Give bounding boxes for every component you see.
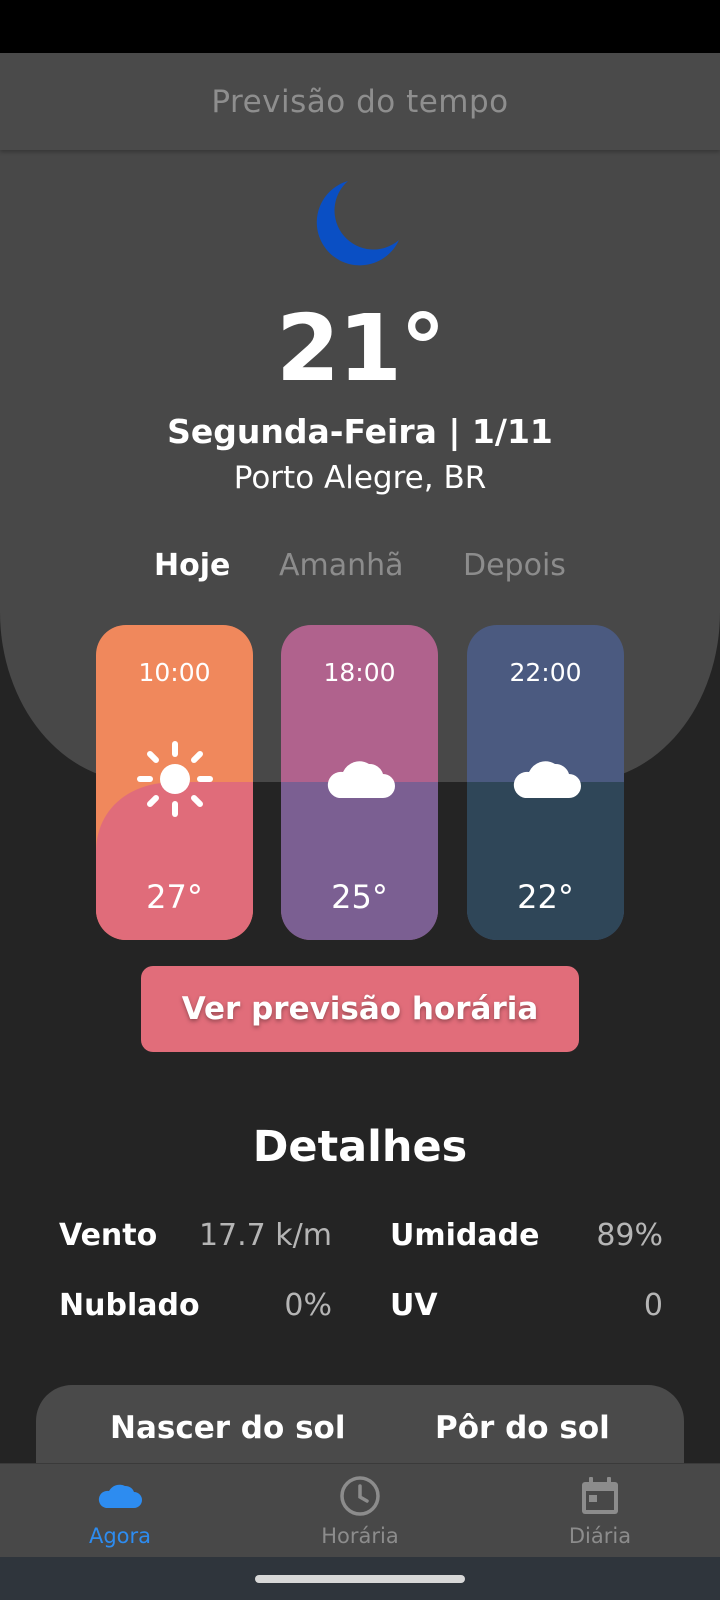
status-bar <box>0 0 720 53</box>
bottom-navigation: Agora Horária Diária <box>0 1463 720 1557</box>
card-temperature: 22° <box>517 878 574 916</box>
hourly-card[interactable]: 18:00 25° <box>281 625 438 940</box>
sunrise-label: Nascer do sol <box>110 1410 346 1446</box>
current-date: Segunda-Feira | 1/11 <box>167 412 553 451</box>
nav-label: Horária <box>321 1524 399 1548</box>
nav-label: Diária <box>568 1524 632 1548</box>
cloud-icon <box>98 1484 142 1508</box>
hourly-card[interactable]: 10:00 27° <box>96 625 253 940</box>
tab-amanha[interactable]: Amanhã <box>279 548 404 583</box>
nav-item-agora[interactable]: Agora <box>0 1464 240 1558</box>
home-indicator[interactable] <box>255 1575 465 1583</box>
detail-value-uv: 0 <box>643 1288 663 1323</box>
nav-label: Agora <box>88 1524 152 1548</box>
detail-label-uv: UV <box>390 1288 438 1323</box>
hourly-forecast-button[interactable]: Ver previsão horária <box>141 966 579 1052</box>
card-temperature: 25° <box>331 878 388 916</box>
hourly-card[interactable]: 22:00 22° <box>467 625 624 940</box>
cloud-icon <box>513 761 581 798</box>
sun-icon <box>137 741 213 817</box>
day-tabs: Hoje Amanhã Depois <box>0 548 720 588</box>
clock-icon <box>340 1476 380 1516</box>
details-title: Detalhes <box>252 1122 468 1172</box>
app-title: Previsão do tempo <box>211 83 509 120</box>
nav-item-diaria[interactable]: Diária <box>480 1464 720 1558</box>
cloud-icon <box>327 761 395 798</box>
nav-item-horaria[interactable]: Horária <box>240 1464 480 1558</box>
detail-value-humidity: 89% <box>596 1218 663 1253</box>
app-bar: Previsão do tempo <box>0 53 720 150</box>
current-location: Porto Alegre, BR <box>233 460 487 496</box>
detail-value-cloudiness: 0% <box>284 1288 332 1323</box>
calendar-icon <box>582 1477 618 1514</box>
moon-icon <box>316 181 399 266</box>
detail-label-humidity: Umidade <box>390 1218 540 1253</box>
card-time: 22:00 <box>509 658 582 687</box>
detail-value-wind: 17.7 k/m <box>198 1218 332 1253</box>
current-temperature: 21° <box>275 295 446 402</box>
detail-label-cloudiness: Nublado <box>59 1288 200 1323</box>
card-time: 18:00 <box>323 658 396 687</box>
card-time: 10:00 <box>138 658 211 687</box>
detail-label-wind: Vento <box>59 1218 158 1253</box>
card-temperature: 27° <box>146 878 203 916</box>
sunset-label: Pôr do sol <box>435 1410 610 1446</box>
tab-depois[interactable]: Depois <box>463 548 566 583</box>
tab-hoje[interactable]: Hoje <box>154 548 230 583</box>
